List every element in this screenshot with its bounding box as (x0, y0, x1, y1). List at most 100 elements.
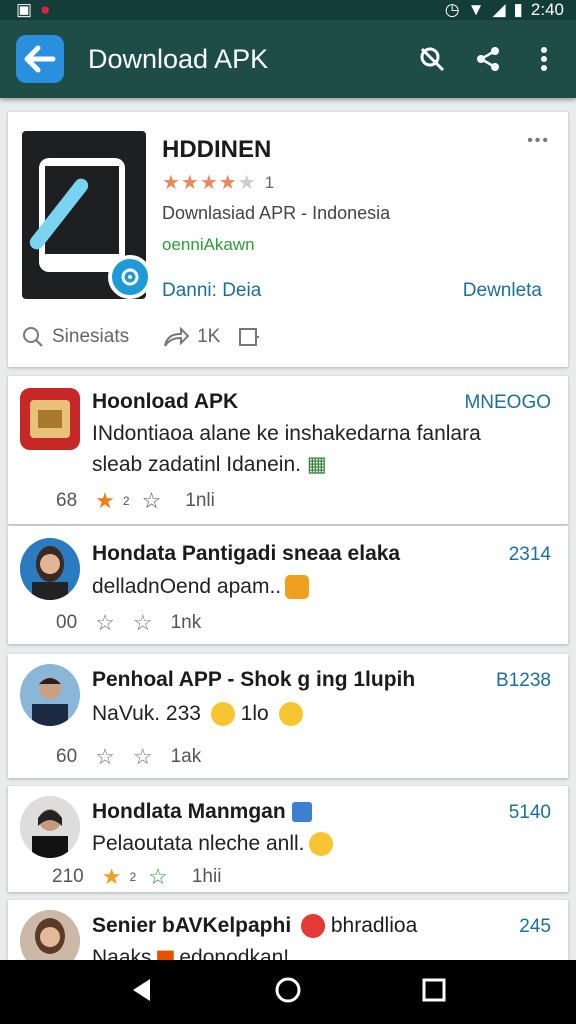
building-emoji-icon: ▦ (306, 453, 327, 476)
star-outline-icon[interactable]: ☆ (133, 610, 153, 636)
flag-icon: ▆ (157, 946, 174, 960)
meta-share[interactable]: 1K (163, 326, 220, 348)
item-meta: 210 ★ 2 ☆ 1hii (52, 864, 239, 890)
item-meta: 68 ★ 2 ☆ 1nli (56, 488, 233, 514)
star-outline-icon[interactable]: ☆ (148, 864, 168, 890)
triangle-back-icon (133, 978, 150, 1001)
list-item[interactable]: Senier bAVKelpaphi bhradlioa 245 Naaks ▆… (8, 900, 568, 960)
external-link-icon (239, 328, 260, 346)
list-item[interactable]: Hoonload APK MNEOGO INdontiaoa alane ke … (8, 376, 568, 524)
item-text-line: sleab zadatinl Idanein. ▦ (92, 449, 512, 480)
alarm-icon: ◷ (444, 0, 460, 19)
star-count: 2 (122, 494, 130, 508)
item-title: Hoonload APK (92, 390, 239, 413)
nav-back-button[interactable] (130, 977, 154, 1008)
item-text-fragment: Naaks (92, 946, 152, 960)
app-meta-row: Sinesiats 1K (22, 326, 278, 348)
view-count: 1ak (170, 746, 202, 767)
grin-emoji-icon (210, 702, 235, 727)
item-text-fragment: delladnOend apam.. (92, 575, 282, 598)
item-title-text: Hondlata Manmgan (92, 800, 286, 823)
status-bar: ▣ ● ◷ ▼ ◢ ▮ 2:40 (0, 0, 576, 20)
star-outline-icon[interactable]: ☆ (95, 744, 115, 770)
meta-external[interactable] (238, 326, 260, 348)
nav-home-button[interactable] (274, 976, 302, 1009)
star-outline-icon[interactable]: ☆ (142, 488, 162, 514)
item-text-fragment: sleab zadatinl Idanein. (92, 453, 301, 476)
item-text-fragment: Pelaoutata nleche anll. (92, 832, 305, 855)
more-options-icon[interactable]: ••• (527, 132, 550, 150)
avatar (20, 910, 80, 960)
back-button[interactable] (16, 35, 64, 83)
app-description: Downlasiad APR - Indonesia (162, 203, 391, 223)
item-title: Hondlata Manmgan (92, 800, 312, 824)
app-details-card: HDDINEN ★★★★★ 1 Downlasiad APR - Indones… (8, 112, 568, 367)
avatar (20, 538, 80, 600)
wifi-icon: ▼ (467, 0, 485, 19)
item-meta: 60 ☆ ☆ 1ak (56, 744, 219, 770)
square-recents-icon (422, 978, 446, 1001)
laugh-emoji-icon (308, 832, 333, 857)
list-item[interactable]: Hondlata Manmgan 5140 Pelaoutata nleche … (8, 786, 568, 892)
item-time: 245 (519, 916, 551, 937)
app-rating: ★★★★★ 1 (162, 170, 274, 195)
star-filled-icon[interactable]: ★ (95, 488, 115, 514)
share-icon (477, 47, 499, 71)
circle-home-icon (275, 977, 301, 1002)
app-icon[interactable] (22, 131, 152, 299)
nav-recents-button[interactable] (422, 978, 446, 1007)
item-text-fragment: edonodkan! (179, 946, 290, 960)
search-button[interactable] (406, 33, 458, 85)
developer-link[interactable]: Danni: Deia (162, 280, 261, 302)
comment-count: 68 (56, 490, 78, 511)
item-text-fragment: NaVuk. 233 (92, 702, 201, 725)
item-text-line: INdontiaoa alane ke inshakedarna fanlara (92, 422, 481, 445)
star-count: 2 (129, 870, 137, 884)
notification-icon: ▣ (16, 0, 33, 19)
star-filled-icon[interactable]: ★ (102, 864, 122, 890)
rating-stars-icon: ★★★★★ (162, 172, 257, 194)
item-text: Naaks ▆ edonodkan! (92, 942, 512, 960)
item-title-text: bhradlioa (330, 914, 418, 937)
item-meta: 00 ☆ ☆ 1nk (56, 610, 219, 636)
clock: 2:40 (530, 0, 564, 19)
list-item[interactable]: Hondata Pantigadi sneaa elaka 2314 della… (8, 526, 568, 644)
rating-count: 1 (264, 172, 275, 192)
item-text: delladnOend apam.. (92, 571, 512, 602)
smile-emoji-icon (278, 702, 303, 727)
avatar (20, 664, 80, 726)
comment-count: 60 (56, 746, 78, 767)
emoji-icon (301, 914, 325, 939)
toolbar-title: Download APK (88, 43, 269, 74)
avatar (20, 796, 80, 858)
meta-label: Sinesiats (52, 326, 130, 347)
badge-icon (291, 802, 312, 823)
app-avatar (20, 388, 80, 450)
view-count: 1hii (191, 866, 222, 887)
item-time: MNEOGO (464, 392, 551, 413)
gear-badge-icon (108, 255, 152, 299)
star-outline-icon[interactable]: ☆ (133, 744, 153, 770)
view-count: 1nli (185, 490, 215, 511)
arrow-left-icon (24, 45, 56, 73)
meta-search[interactable]: Sinesiats (22, 326, 129, 348)
app-name: HDDINEN (162, 136, 272, 163)
item-text: NaVuk. 233 1lo (92, 698, 512, 729)
share-arrow-icon (164, 326, 190, 347)
view-count: 1nk (170, 612, 202, 633)
share-button[interactable] (462, 33, 514, 85)
search-icon (23, 327, 43, 347)
feed-list: Hoonload APK MNEOGO INdontiaoa alane ke … (8, 376, 568, 960)
app-notification-icon: ● (40, 0, 51, 19)
download-link[interactable]: Dewnleta (463, 280, 542, 302)
overflow-menu-button[interactable] (518, 33, 570, 85)
app-toolbar: Download APK (0, 20, 576, 98)
signal-icon: ◢ (492, 0, 506, 19)
system-nav-bar (0, 960, 576, 1024)
item-title: Hondata Pantigadi sneaa elaka (92, 542, 401, 565)
star-outline-icon[interactable]: ☆ (95, 610, 115, 636)
list-item[interactable]: Penhoal APP - Shok g ing 1lupih B1238 Na… (8, 654, 568, 778)
app-subtitle: oenniAkawn (162, 235, 255, 254)
battery-icon: ▮ (513, 0, 523, 19)
item-text: Pelaoutata nleche anll. (92, 828, 512, 859)
